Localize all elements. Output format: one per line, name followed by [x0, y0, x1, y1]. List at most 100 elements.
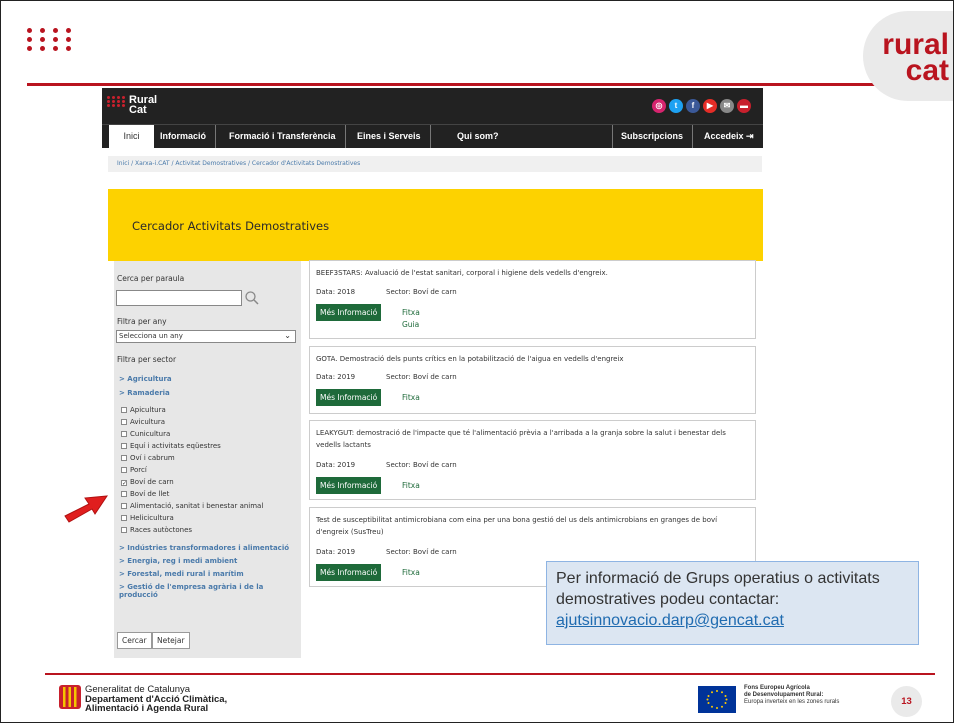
- checkbox-box[interactable]: [121, 455, 127, 461]
- checkbox-box[interactable]: [121, 407, 127, 413]
- twitter-icon[interactable]: t: [669, 99, 683, 113]
- nav-accedeix[interactable]: Accedeix ⇥: [704, 125, 754, 148]
- eu-line2: de Desenvolupament Rural:: [744, 692, 824, 698]
- more-info-button[interactable]: Més Informació: [316, 564, 382, 581]
- checkbox-helicicultura[interactable]: Helicicultura: [121, 514, 174, 523]
- year-select[interactable]: Selecciona un any ⌄: [116, 330, 296, 343]
- page-number: 13: [891, 686, 922, 717]
- more-info-button[interactable]: Més Informació: [316, 477, 382, 494]
- nav-inici[interactable]: Inici: [109, 125, 154, 149]
- result-title: LEAKYGUT: demostració de l'impacte que t…: [316, 429, 726, 437]
- result-date: Data: 2019: [316, 461, 356, 469]
- more-info-button[interactable]: Més Informació: [316, 304, 382, 321]
- result-title: BEEF3STARS: Avaluació de l'estat sanitar…: [316, 269, 608, 277]
- checkbox-label: Apicultura: [130, 406, 166, 414]
- contact-text: Per informació de Grups operatius o acti…: [556, 570, 880, 608]
- eu-line3: Europa inverteix en les zones rurals: [744, 699, 840, 705]
- year-label: Filtra per any: [117, 317, 167, 326]
- social-icons: ◎ t f ▶ ✉ ▬: [649, 99, 751, 113]
- result-title-line2: vedells lactants: [316, 441, 371, 449]
- checkbox-cunicultura[interactable]: Cunicultura: [121, 430, 170, 439]
- youtube-icon[interactable]: ▶: [703, 99, 717, 113]
- contact-email-link[interactable]: ajutsinnovacio.darp@gencat.cat: [556, 612, 784, 629]
- mail-icon[interactable]: ✉: [720, 99, 734, 113]
- site-logo[interactable]: Rural Cat: [107, 95, 157, 116]
- checkbox-label: Oví i cabrum: [130, 454, 175, 462]
- checkbox-label: Cunicultura: [130, 430, 171, 438]
- fitxa-link[interactable]: Fitxa: [402, 308, 420, 317]
- search-input[interactable]: [116, 290, 242, 306]
- checkbox-box[interactable]: [121, 527, 127, 533]
- checkbox-bovi-carn[interactable]: ✓ Boví de carn: [121, 478, 174, 487]
- result-title: GOTA. Demostració dels punts crítics en …: [316, 355, 624, 363]
- nav-informacio[interactable]: Informació: [160, 125, 217, 148]
- clear-button[interactable]: Netejar: [152, 632, 190, 649]
- result-card: GOTA. Demostració dels punts crítics en …: [309, 346, 756, 414]
- breadcrumb[interactable]: Inici / Xarxa-i.CAT / Activitat Demostra…: [108, 156, 762, 172]
- checkbox-ovi-cabrum[interactable]: Oví i cabrum: [121, 454, 175, 463]
- checkbox-avicultura[interactable]: Avicultura: [121, 418, 165, 427]
- checkbox-box[interactable]: [121, 419, 127, 425]
- fitxa-link[interactable]: Fitxa: [402, 568, 420, 577]
- checkbox-box[interactable]: [121, 431, 127, 437]
- contact-callout: Per informació de Grups operatius o acti…: [546, 561, 919, 645]
- search-button[interactable]: Cercar: [117, 632, 152, 649]
- site-logo-dots-icon: [107, 96, 126, 107]
- main-nav: Inici Informació Formació i Transferènci…: [102, 124, 763, 149]
- slide: rural cat Rural Cat ◎ t f ▶ ✉ ▬ Inici In…: [0, 0, 954, 723]
- category-gestio[interactable]: > Gestió de l'empresa agrària i de la: [119, 583, 263, 591]
- guia-link[interactable]: Guia: [402, 320, 419, 329]
- category-ramaderia[interactable]: > Ramaderia: [119, 389, 170, 397]
- checkbox-label: Races autòctones: [130, 526, 193, 534]
- checkbox-label: Porcí: [130, 466, 147, 474]
- checkbox-bovi-llet[interactable]: Boví de llet: [121, 490, 169, 499]
- result-date: Data: 2018: [316, 288, 356, 296]
- chevron-down-icon: ⌄: [284, 331, 291, 340]
- checkbox-apicultura[interactable]: Apicultura: [121, 406, 166, 415]
- facebook-icon[interactable]: f: [686, 99, 700, 113]
- category-energia[interactable]: > Energia, reg i medi ambient: [119, 557, 237, 565]
- rss-icon[interactable]: ▬: [737, 99, 751, 113]
- checkbox-label: Boví de carn: [130, 478, 174, 486]
- category-industries[interactable]: > Indústries transformadores i alimentac…: [119, 544, 289, 552]
- checkbox-alimentacio[interactable]: Alimentació, sanitat i benestar animal: [121, 502, 263, 511]
- checkbox-equi[interactable]: Equí i activitats eqüestres: [121, 442, 221, 451]
- checkbox-label: Alimentació, sanitat i benestar animal: [130, 502, 264, 510]
- search-label: Cerca per paraula: [117, 274, 185, 283]
- eu-line1: Fons Europeu Agrícola: [744, 685, 810, 691]
- result-sector: Sector: Boví de carn: [386, 373, 457, 381]
- sector-label: Filtra per sector: [117, 355, 177, 364]
- fitxa-link[interactable]: Fitxa: [402, 481, 420, 490]
- nav-subscripcions[interactable]: Subscripcions: [612, 125, 694, 148]
- nav-eines[interactable]: Eines i Serveis: [357, 125, 431, 148]
- checkbox-porci[interactable]: Porcí: [121, 466, 147, 475]
- checkbox-box[interactable]: [121, 443, 127, 449]
- checkbox-box[interactable]: [121, 467, 127, 473]
- result-sector: Sector: Boví de carn: [386, 548, 457, 556]
- checkbox-races[interactable]: Races autòctones: [121, 526, 192, 535]
- more-info-button[interactable]: Més Informació: [316, 389, 382, 406]
- checkbox-box[interactable]: [121, 515, 127, 521]
- fitxa-link[interactable]: Fitxa: [402, 393, 420, 402]
- checkbox-label: Boví de llet: [130, 490, 170, 498]
- checkbox-label: Avicultura: [130, 418, 166, 426]
- checkbox-box[interactable]: [121, 491, 127, 497]
- result-sector: Sector: Boví de carn: [386, 461, 457, 469]
- instagram-icon[interactable]: ◎: [652, 99, 666, 113]
- nav-qui-som[interactable]: Qui som?: [457, 125, 499, 148]
- category-agricultura[interactable]: > Agricultura: [119, 375, 172, 383]
- nav-formacio[interactable]: Formació i Transferència: [229, 125, 346, 148]
- checkbox-box[interactable]: [121, 503, 127, 509]
- checkbox-checked[interactable]: ✓: [121, 480, 127, 487]
- gen-line3: Alimentació i Agenda Rural: [85, 703, 209, 714]
- year-select-value: Selecciona un any: [119, 332, 183, 340]
- result-card: LEAKYGUT: demostració de l'impacte que t…: [309, 420, 756, 500]
- generalitat-logo-icon: [59, 685, 81, 709]
- category-gestio-line2[interactable]: producció: [119, 591, 158, 599]
- category-forestal[interactable]: > Forestal, medi rural i marítim: [119, 570, 244, 578]
- filter-sidebar: Cerca per paraula Filtra per any Selecci…: [114, 261, 301, 658]
- result-sector: Sector: Boví de carn: [386, 288, 457, 296]
- nav-accedeix-label: Accedeix: [704, 131, 744, 141]
- page-banner: Cercador Activitats Demostratives: [108, 189, 763, 261]
- search-icon[interactable]: [244, 290, 260, 306]
